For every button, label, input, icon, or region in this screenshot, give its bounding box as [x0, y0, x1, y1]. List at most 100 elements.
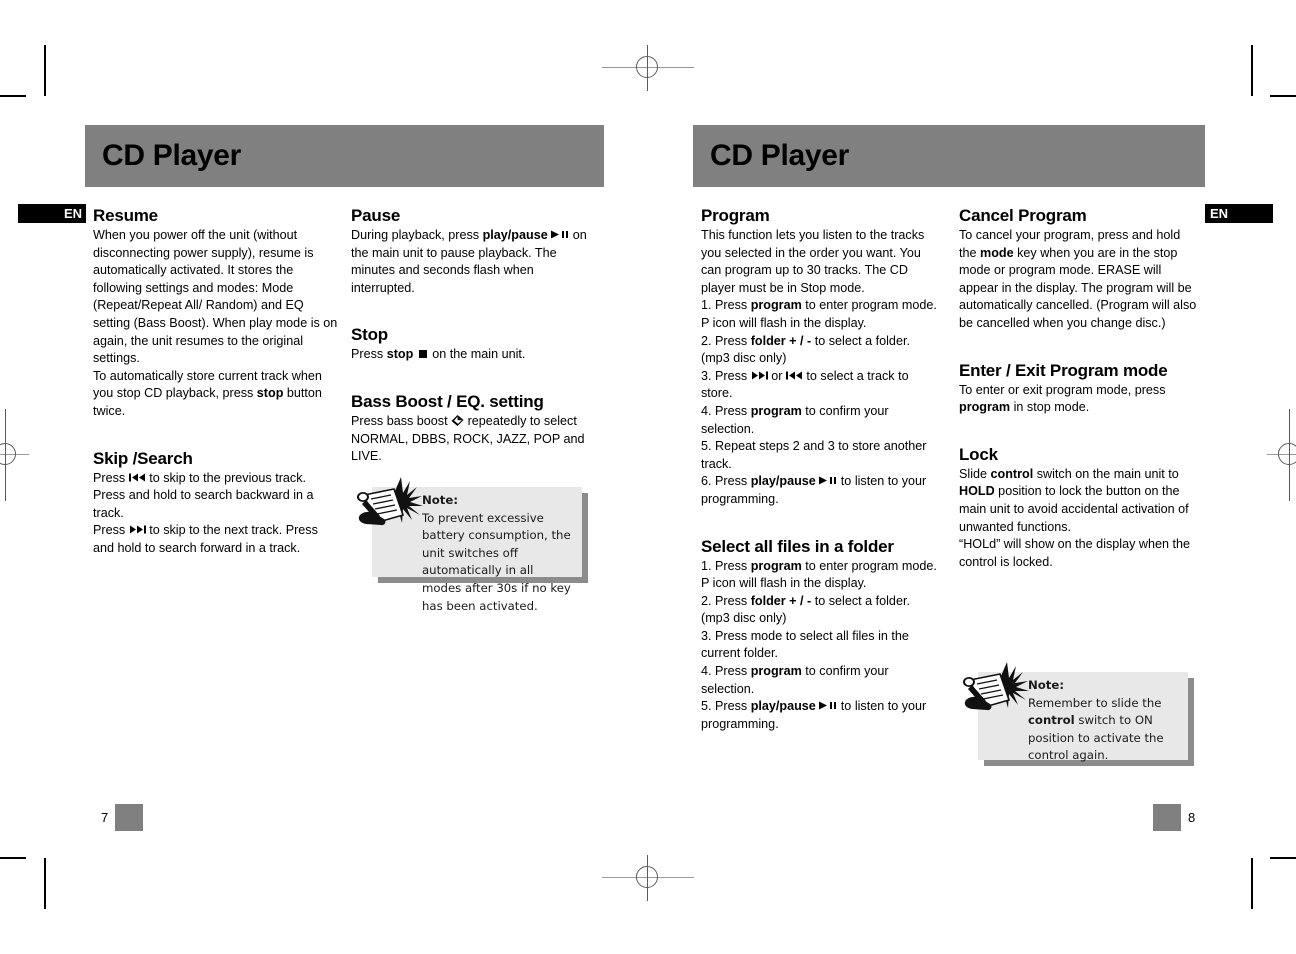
page-header-right: CD Player	[693, 125, 1205, 187]
program-step2-a: 2. Press	[701, 333, 751, 348]
folio-swatch	[115, 804, 144, 831]
skip-line1-part-a: Press	[93, 470, 126, 485]
folio-swatch	[1153, 804, 1181, 831]
program-step3-mid: or	[767, 368, 786, 383]
lock-part-a: Slide	[959, 466, 991, 481]
enter-exit-paragraph: To enter or exit program mode, press pro…	[959, 382, 1201, 417]
right-column-two: Cancel Program To cancel your program, p…	[959, 205, 1201, 571]
enter-exit-bold: program	[959, 400, 1011, 415]
heading-pause: Pause	[351, 206, 401, 225]
play-pause-icon	[551, 227, 569, 239]
left-column-one: Resume When you power off the unit (with…	[93, 205, 340, 558]
page-title-left: CD Player	[102, 139, 242, 172]
folio-right: 8	[1153, 804, 1195, 831]
heading-stop: Stop	[351, 325, 388, 345]
program-step-3: 3. Press or to select a track to store.	[701, 368, 941, 403]
program-step6-bold: play/pause	[750, 474, 816, 489]
program-step-4: 4. Press program to confirm your selecti…	[701, 403, 941, 438]
left-column-two: Pause During playback, press play/pause …	[351, 205, 598, 466]
page-title-right: CD Player	[710, 139, 850, 172]
program-step-1: 1. Press program to enter program mode. …	[701, 297, 941, 332]
select-step5-a: 5. Press	[701, 699, 751, 714]
program-step1-a: 1. Press	[701, 298, 751, 313]
program-step1-bold: program	[750, 298, 802, 313]
cancel-program-paragraph: To cancel your program, press and hold t…	[959, 227, 1201, 333]
play-pause-icon	[819, 473, 837, 485]
select-all-step-2: 2. Press folder + / - to select a folder…	[701, 593, 941, 628]
skip-line1-part-b: to skip to the previous track. Press and…	[93, 470, 314, 520]
pause-part-a: During playback, press	[351, 228, 483, 242]
skip-search-line-1: Press to skip to the previous track. Pre…	[93, 470, 340, 523]
heading-enter-exit-program-mode: Enter / Exit Program mode	[959, 360, 1168, 380]
program-step4-a: 4. Press	[701, 403, 751, 418]
skip-line2-part-b: to skip to the next track. Press and hol…	[93, 523, 318, 555]
lock-paragraph-2: “HOLd” will show on the display when the…	[959, 537, 1190, 569]
heading-bass-boost: Bass Boost / EQ. setting	[351, 391, 544, 411]
select-all-step-4: 4. Press program to confirm your selecti…	[701, 663, 941, 698]
page-header-left: CD Player	[85, 125, 604, 187]
folio-left: 7	[101, 804, 144, 831]
enter-exit-part-b: in stop mode.	[1010, 400, 1090, 415]
note-box-battery: Note: To prevent excessive battery consu…	[357, 477, 588, 613]
note-box-control-switch: Note: Remember to slide the control swit…	[963, 662, 1194, 766]
heading-select-all-files: Select all files in a folder	[701, 536, 894, 556]
bass-boost-paragraph: Press bass boost repeatedly to select NO…	[351, 413, 598, 466]
program-step-5: 5. Repeat steps 2 and 3 to store another…	[701, 439, 927, 471]
stop-part-b: on the main unit.	[432, 347, 526, 362]
language-tab-label-right: EN	[1210, 206, 1229, 221]
lock-bold-control: control	[990, 466, 1034, 481]
resume-p2-bold: stop	[256, 386, 284, 401]
bass-part-a: Press bass boost	[351, 413, 452, 428]
select-step4-a: 4. Press	[701, 664, 751, 679]
language-tab-left: EN	[18, 204, 86, 223]
select-step2-a: 2. Press	[701, 593, 751, 608]
resume-paragraph-1: When you power off the unit (without dis…	[93, 228, 338, 366]
heading-cancel-program: Cancel Program	[959, 206, 1087, 225]
page-number-right: 8	[1188, 810, 1196, 825]
program-intro: This function lets you listen to the tra…	[701, 228, 925, 295]
skip-line2-part-a: Press	[93, 523, 126, 538]
program-step2-bold: folder + / -	[750, 333, 812, 348]
stop-part-a: Press	[351, 347, 387, 362]
page-right: CD Player EN Program This function lets …	[648, 0, 1296, 954]
next-track-icon	[751, 368, 768, 380]
select-step5-bold: play/pause	[750, 699, 816, 714]
resume-paragraph-2: To automatically store current track whe…	[93, 368, 340, 421]
pause-paragraph: During playback, press play/pause on the…	[351, 227, 598, 297]
heading-resume: Resume	[93, 206, 158, 225]
enter-exit-part-a: To enter or exit program mode, press	[959, 382, 1166, 397]
note-text-a: Remember to slide the	[1028, 695, 1162, 710]
page-left: CD Player EN Resume When you power off t…	[0, 0, 648, 954]
program-step3-a: 3. Press	[701, 368, 751, 383]
note-hand-writing-icon	[354, 475, 432, 540]
heading-skip-search: Skip /Search	[93, 448, 193, 468]
page-number-left: 7	[101, 810, 109, 825]
program-step-6: 6. Press play/pause to listen to your pr…	[701, 473, 941, 508]
previous-track-icon	[785, 368, 803, 380]
cancel-bold: mode	[980, 245, 1014, 260]
select-step4-bold: program	[750, 664, 802, 679]
stop-square-icon	[418, 350, 427, 359]
next-track-icon	[129, 522, 146, 534]
language-tab-label: EN	[63, 206, 82, 221]
heading-lock: Lock	[959, 444, 998, 464]
heading-program: Program	[701, 206, 770, 225]
select-step2-bold: folder + / -	[750, 593, 812, 608]
note-text-content: To prevent excessive battery consumption…	[422, 510, 571, 613]
bass-boost-icon	[451, 414, 464, 427]
program-step-2: 2. Press folder + / - to select a folder…	[701, 333, 941, 368]
lock-bold-hold: HOLD	[959, 484, 995, 499]
stop-bold: stop	[386, 347, 414, 362]
skip-search-line-2: Press to skip to the next track. Press a…	[93, 522, 340, 557]
program-step4-bold: program	[750, 403, 802, 418]
pause-bold: play/pause	[482, 228, 548, 242]
program-step6-a: 6. Press	[701, 474, 751, 489]
right-column-one: Program This function lets you listen to…	[701, 205, 941, 733]
lock-paragraph-1: Slide control switch on the main unit to…	[959, 466, 1201, 536]
select-all-step-3: 3. Press mode to select all files in the…	[701, 628, 909, 661]
lock-part-b: switch on the main unit to	[1033, 466, 1179, 481]
note-hand-writing-icon	[960, 660, 1038, 725]
select-all-step-5: 5. Press play/pause to listen to your pr…	[701, 698, 941, 733]
previous-track-icon	[128, 470, 146, 482]
select-all-step-1: 1. Press program to enter program mode. …	[701, 558, 941, 593]
